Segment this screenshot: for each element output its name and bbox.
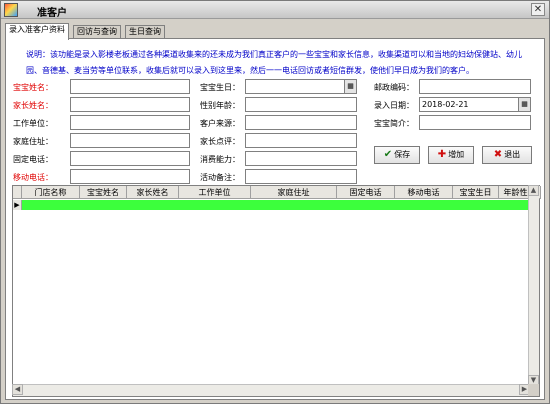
parent-comment-field[interactable] — [245, 133, 357, 148]
column-header[interactable]: 宝宝姓名 — [80, 186, 127, 199]
exit-button[interactable]: ✖ 退出 — [482, 146, 532, 164]
parent-name-label: 家长姓名： — [13, 101, 53, 110]
app-logo-icon — [4, 3, 18, 17]
tab-panel: 说明：该功能是录入影楼老板通过各种渠道收集来的还未成为我们真正客户的一些宝宝和家… — [5, 38, 545, 400]
x-icon: ✖ — [493, 149, 503, 160]
home-phone-field[interactable] — [70, 151, 190, 166]
add-label: 增加 — [448, 150, 465, 159]
column-header[interactable]: 固定电话 — [337, 186, 395, 199]
baby-birthday-label: 宝宝生日： — [200, 83, 240, 92]
title-bar[interactable]: 准客户 ✕ — [1, 1, 549, 19]
tab-entry[interactable]: 录入准客户资料 — [5, 23, 69, 40]
gender-age-field[interactable] — [245, 97, 357, 112]
spending-power-field[interactable] — [245, 151, 357, 166]
customer-source-label: 客户来源： — [200, 119, 240, 128]
tab-birthday[interactable]: 生日查询 — [125, 25, 165, 39]
entry-date-value: 2018-02-21 — [422, 100, 469, 109]
parent-name-field[interactable] — [70, 97, 190, 112]
activity-note-label: 活动备注： — [200, 173, 240, 182]
baby-name-label: 宝宝姓名： — [13, 83, 53, 92]
parent-comment-label: 家长点评： — [200, 137, 240, 146]
baby-name-field[interactable] — [70, 79, 190, 94]
scroll-corner — [528, 384, 539, 396]
exit-label: 退出 — [504, 150, 521, 159]
vertical-scrollbar[interactable]: ▲ ▼ — [528, 185, 539, 386]
column-header[interactable]: 家庭住址 — [251, 186, 337, 199]
customer-grid[interactable]: 门店名称 宝宝姓名 家长姓名 工作单位 家庭住址 固定电话 移动电话 宝宝生日 … — [12, 185, 541, 397]
mobile-phone-label: 移动电话： — [13, 173, 53, 182]
checkmark-icon: ✔ — [383, 149, 393, 160]
grid-header: 门店名称 宝宝姓名 家长姓名 工作单位 家庭住址 固定电话 移动电话 宝宝生日 … — [13, 186, 541, 199]
column-header[interactable]: 家长姓名 — [127, 186, 179, 199]
baby-birthday-field[interactable]: ▦ — [245, 79, 357, 94]
save-button[interactable]: ✔ 保存 — [374, 146, 420, 164]
mobile-phone-field[interactable] — [70, 169, 190, 184]
entry-date-field[interactable]: 2018-02-21 ▦ — [419, 97, 531, 112]
work-unit-label: 工作单位： — [13, 119, 53, 128]
work-unit-field[interactable] — [70, 115, 190, 130]
activity-note-field[interactable] — [245, 169, 357, 184]
customer-source-field[interactable] — [245, 115, 357, 130]
calendar-icon[interactable]: ▦ — [344, 80, 356, 93]
column-header[interactable]: 宝宝生日 — [453, 186, 499, 199]
table-row[interactable] — [22, 200, 529, 210]
description-text: 说明：该功能是录入影楼老板通过各种渠道收集来的还未成为我们真正客户的一些宝宝和家… — [26, 50, 522, 75]
plus-icon: ✚ — [437, 149, 447, 160]
baby-intro-label: 宝宝简介： — [374, 119, 414, 128]
home-address-field[interactable] — [70, 133, 190, 148]
close-button[interactable]: ✕ — [531, 3, 545, 16]
add-button[interactable]: ✚ 增加 — [428, 146, 474, 164]
grid-corner — [13, 186, 22, 199]
row-indicator-icon: ▶ — [13, 200, 22, 210]
calendar-icon[interactable]: ▦ — [518, 98, 530, 111]
spending-power-label: 消费能力： — [200, 155, 240, 164]
baby-intro-field[interactable] — [419, 115, 531, 130]
scroll-up-icon[interactable]: ▲ — [528, 185, 539, 196]
window-title: 准客户 — [37, 8, 67, 19]
column-header[interactable]: 移动电话 — [395, 186, 453, 199]
tab-followup[interactable]: 回访与查询 — [73, 25, 121, 39]
gender-age-label: 性别年龄： — [200, 101, 240, 110]
main-window: 准客户 ✕ 录入准客户资料 回访与查询 生日查询 说明：该功能是录入影楼老板通过… — [0, 0, 550, 404]
horizontal-scrollbar[interactable]: ◀ ▶ — [12, 384, 530, 396]
entry-date-label: 录入日期： — [374, 101, 414, 110]
home-phone-label: 固定电话： — [13, 155, 53, 164]
scroll-left-icon[interactable]: ◀ — [12, 384, 23, 395]
column-header[interactable]: 门店名称 — [22, 186, 80, 199]
postcode-label: 邮政编码： — [374, 83, 414, 92]
save-label: 保存 — [394, 150, 411, 159]
column-header[interactable]: 工作单位 — [179, 186, 251, 199]
home-address-label: 家庭住址： — [13, 137, 53, 146]
postcode-field[interactable] — [419, 79, 531, 94]
